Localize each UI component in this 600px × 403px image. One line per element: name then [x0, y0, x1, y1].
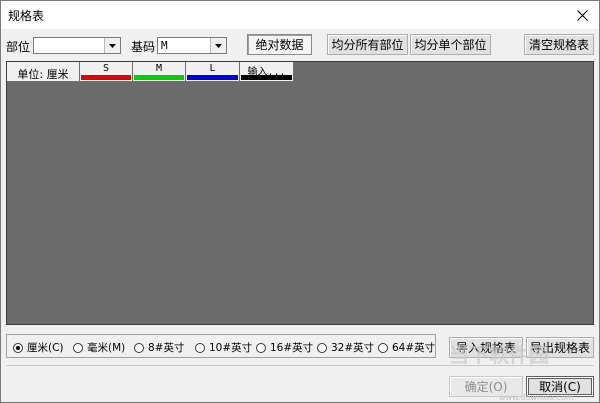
radio-indicator — [13, 342, 23, 353]
close-button[interactable] — [565, 1, 599, 29]
size-color-bar — [134, 75, 184, 80]
size-color-bar — [241, 75, 292, 80]
radio-indicator — [256, 342, 266, 353]
radio-label: 32#英寸 — [331, 342, 375, 354]
split-single-part-button[interactable]: 均分单个部位 — [410, 34, 491, 55]
radio-indicator — [195, 342, 205, 353]
base-size-label: 基码 — [131, 40, 156, 54]
column-header-label: L — [209, 63, 216, 74]
radio-label: 毫米(M) — [87, 342, 126, 354]
spec-table-dialog: 规格表 部位 基码 M 绝对数据 均分所有部位 均分单个部位 清空规格表 单位:… — [0, 0, 600, 403]
split-all-parts-button[interactable]: 均分所有部位 — [327, 34, 408, 55]
radio-label: 10#英寸 — [209, 342, 253, 354]
column-header-input[interactable]: 输入... — [240, 62, 294, 82]
divider — [6, 365, 594, 366]
base-size-value: M — [161, 39, 168, 52]
radio-label: 64#英寸 — [392, 342, 436, 354]
chevron-down-icon — [109, 43, 116, 48]
radio-millimeter[interactable]: 毫米(M) — [73, 340, 125, 355]
unit-header-label: 单位: 厘米 — [17, 68, 69, 81]
title-bar: 规格表 — [1, 1, 599, 29]
radio-indicator — [378, 342, 388, 353]
radio-label: 8#英寸 — [148, 342, 185, 354]
dialog-title: 规格表 — [8, 9, 45, 23]
close-icon — [576, 9, 588, 21]
size-color-bar — [81, 75, 131, 80]
radio-32-inch[interactable]: 32#英寸 — [317, 340, 374, 355]
base-size-select[interactable]: M — [157, 37, 227, 54]
radio-indicator — [73, 342, 83, 353]
column-header-l[interactable]: L — [186, 62, 240, 82]
radio-8-inch[interactable]: 8#英寸 — [134, 340, 184, 355]
unit-radio-group: 厘米(C) 毫米(M) 8#英寸 10#英寸 16#英寸 32#英寸 64#英寸 — [6, 334, 436, 358]
absolute-data-toggle[interactable]: 绝对数据 — [247, 34, 312, 55]
size-color-bar — [187, 75, 238, 80]
column-header-label: M — [155, 63, 163, 74]
part-dropdown-button[interactable] — [104, 38, 120, 53]
import-spec-table-button[interactable]: 导入规格表 — [449, 337, 523, 358]
base-size-dropdown-button[interactable] — [210, 38, 226, 53]
chevron-down-icon — [215, 43, 222, 48]
part-select[interactable] — [33, 37, 121, 54]
column-header-s[interactable]: S — [80, 62, 133, 82]
radio-64-inch[interactable]: 64#英寸 — [378, 340, 435, 355]
radio-label: 16#英寸 — [270, 342, 314, 354]
column-header-label: S — [102, 63, 110, 74]
radio-indicator — [317, 342, 327, 353]
radio-indicator — [134, 342, 144, 353]
part-label: 部位 — [6, 40, 31, 54]
column-header-m[interactable]: M — [133, 62, 186, 82]
export-spec-table-button[interactable]: 导出规格表 — [526, 337, 594, 358]
radio-10-inch[interactable]: 10#英寸 — [195, 340, 252, 355]
radio-16-inch[interactable]: 16#英寸 — [256, 340, 313, 355]
spec-grid[interactable]: 单位: 厘米 S M L 输入... — [6, 61, 594, 325]
unit-header: 单位: 厘米 — [7, 62, 80, 82]
radio-centimeter[interactable]: 厘米(C) — [13, 340, 64, 355]
radio-label: 厘米(C) — [27, 342, 64, 354]
clear-spec-table-button[interactable]: 清空规格表 — [524, 34, 594, 55]
watermark-url: www.downxia.com — [499, 393, 574, 402]
